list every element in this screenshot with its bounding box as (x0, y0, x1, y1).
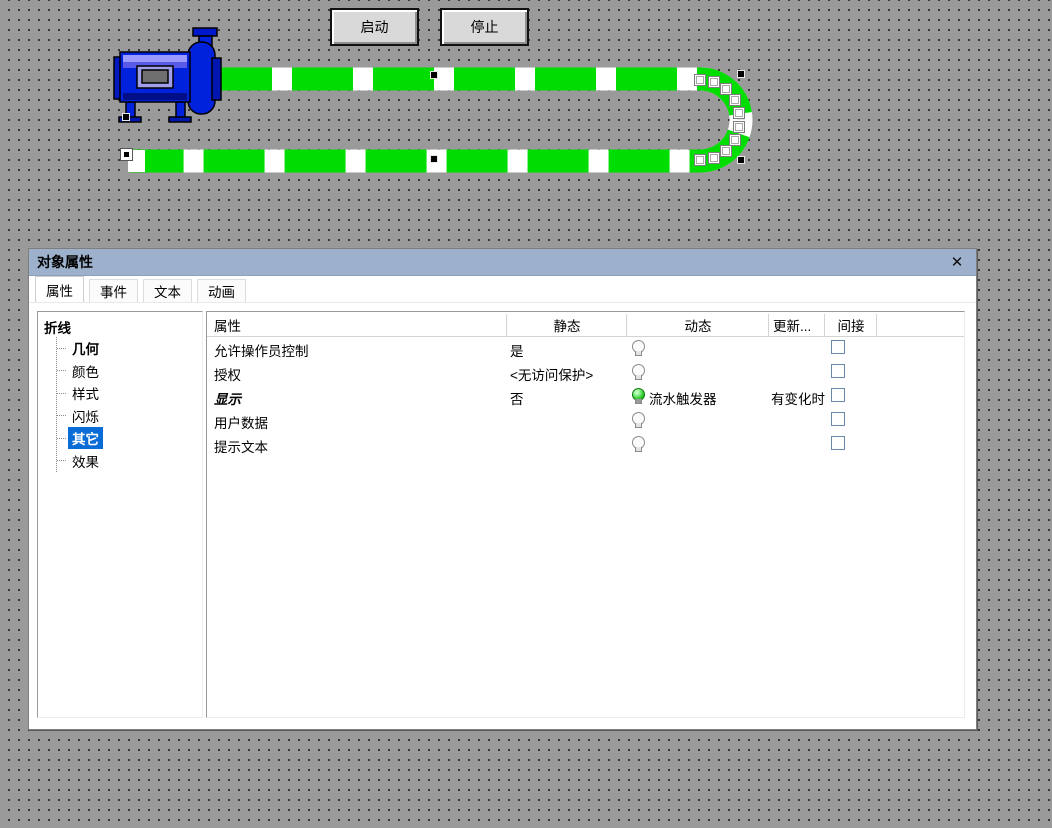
property-grid: 属性 静态 动态 更新... 间接 允许操作员控制 是 授权 <无访问保护> (206, 311, 965, 718)
col-property: 属性 (214, 315, 241, 335)
property-name: 提示文本 (214, 436, 268, 456)
property-name: 授权 (214, 364, 241, 384)
start-button[interactable]: 启动 (330, 8, 419, 46)
tree-item-label[interactable]: 颜色 (68, 360, 103, 382)
static-value[interactable]: 否 (510, 388, 524, 408)
dialog-title: 对象属性 (37, 252, 93, 272)
vertex-handle[interactable] (694, 154, 706, 166)
property-tree: 折线 几何 颜色 样式 闪烁 其它 效果 (37, 311, 203, 718)
indirect-checkbox[interactable] (831, 340, 845, 354)
property-name: 显示 (214, 388, 241, 408)
indirect-checkbox[interactable] (831, 436, 845, 450)
dynamic-bulb-icon[interactable] (631, 412, 644, 432)
dynamic-bulb-icon[interactable] (631, 340, 644, 360)
tree-root-polyline[interactable]: 折线 (42, 315, 202, 337)
tab-events[interactable]: 事件 (89, 279, 138, 302)
col-indirect: 间接 (825, 315, 877, 335)
col-dynamic: 动态 (627, 315, 769, 335)
tree-item-label[interactable]: 闪烁 (68, 405, 103, 427)
table-row[interactable]: 允许操作员控制 是 (207, 337, 964, 361)
tab-text[interactable]: 文本 (143, 279, 192, 302)
vertex-handle[interactable] (708, 152, 720, 164)
static-value[interactable]: <无访问保护> (510, 364, 593, 384)
tree-item-label[interactable]: 几何 (68, 337, 103, 359)
object-properties-dialog: 对象属性 ✕ 属性 事件 文本 动画 折线 几何 颜色 样式 闪烁 其它 效果 … (28, 248, 977, 730)
selection-handle[interactable] (737, 70, 745, 78)
vertex-handle[interactable] (733, 121, 745, 133)
vertex-handle[interactable] (694, 74, 706, 86)
vertex-handle[interactable] (733, 107, 745, 119)
stop-button[interactable]: 停止 (440, 8, 529, 46)
dynamic-value[interactable]: 流水触发器 (649, 388, 717, 408)
tree-item-label[interactable]: 样式 (68, 382, 103, 404)
pump-graphic[interactable] (114, 28, 221, 122)
tree-item-label[interactable]: 效果 (68, 450, 103, 472)
col-update: 更新... (773, 315, 811, 335)
table-row[interactable]: 显示 否 流水触发器 有变化时 (207, 385, 964, 409)
dynamic-bulb-icon[interactable] (631, 364, 644, 384)
dynamic-bulb-icon[interactable] (631, 388, 644, 408)
selection-handle[interactable] (430, 155, 438, 163)
design-canvas[interactable]: 启动 停止 对象属性 ✕ 属性 事件 文本 动画 折线 几何 颜色 样式 闪烁 … (0, 0, 1052, 828)
static-value[interactable]: 是 (510, 340, 524, 360)
dialog-body: 折线 几何 颜色 样式 闪烁 其它 效果 属性 静态 动态 更新... 间接 (29, 303, 976, 729)
table-row[interactable]: 提示文本 (207, 433, 964, 457)
tree-item-闪烁[interactable]: 闪烁 (57, 405, 202, 428)
tree-item-颜色[interactable]: 颜色 (57, 360, 202, 383)
grid-header: 属性 静态 动态 更新... 间接 (207, 312, 964, 337)
table-row[interactable]: 授权 <无访问保护> (207, 361, 964, 385)
vertex-handle[interactable] (729, 94, 741, 106)
indirect-checkbox[interactable] (831, 364, 845, 378)
vertex-handle[interactable] (708, 76, 720, 88)
property-table-rows: 允许操作员控制 是 授权 <无访问保护> 显示 否 流水触发器 有变化时 用户数… (207, 337, 964, 457)
origin-vertex-handle[interactable] (120, 148, 133, 161)
vertex-handle[interactable] (720, 145, 732, 157)
tree-item-label[interactable]: 其它 (68, 427, 103, 449)
dialog-tab-strip: 属性 事件 文本 动画 (29, 276, 976, 303)
tree-item-几何[interactable]: 几何 (57, 337, 202, 360)
close-icon[interactable]: ✕ (946, 251, 968, 273)
selection-handle[interactable] (737, 156, 745, 164)
dialog-title-bar[interactable]: 对象属性 ✕ (29, 249, 976, 276)
property-name: 允许操作员控制 (214, 340, 309, 360)
selection-handle[interactable] (122, 113, 130, 121)
update-value[interactable]: 有变化时 (771, 388, 826, 408)
tree-item-其它[interactable]: 其它 (57, 427, 202, 450)
tab-animation[interactable]: 动画 (197, 279, 246, 302)
indirect-checkbox[interactable] (831, 388, 845, 402)
tree-item-效果[interactable]: 效果 (57, 450, 202, 473)
col-static: 静态 (507, 315, 627, 335)
dynamic-bulb-icon[interactable] (631, 436, 644, 456)
indirect-checkbox[interactable] (831, 412, 845, 426)
tree-item-样式[interactable]: 样式 (57, 382, 202, 405)
selection-handle[interactable] (430, 71, 438, 79)
property-name: 用户数据 (214, 412, 268, 432)
tab-properties[interactable]: 属性 (35, 276, 84, 302)
table-row[interactable]: 用户数据 (207, 409, 964, 433)
